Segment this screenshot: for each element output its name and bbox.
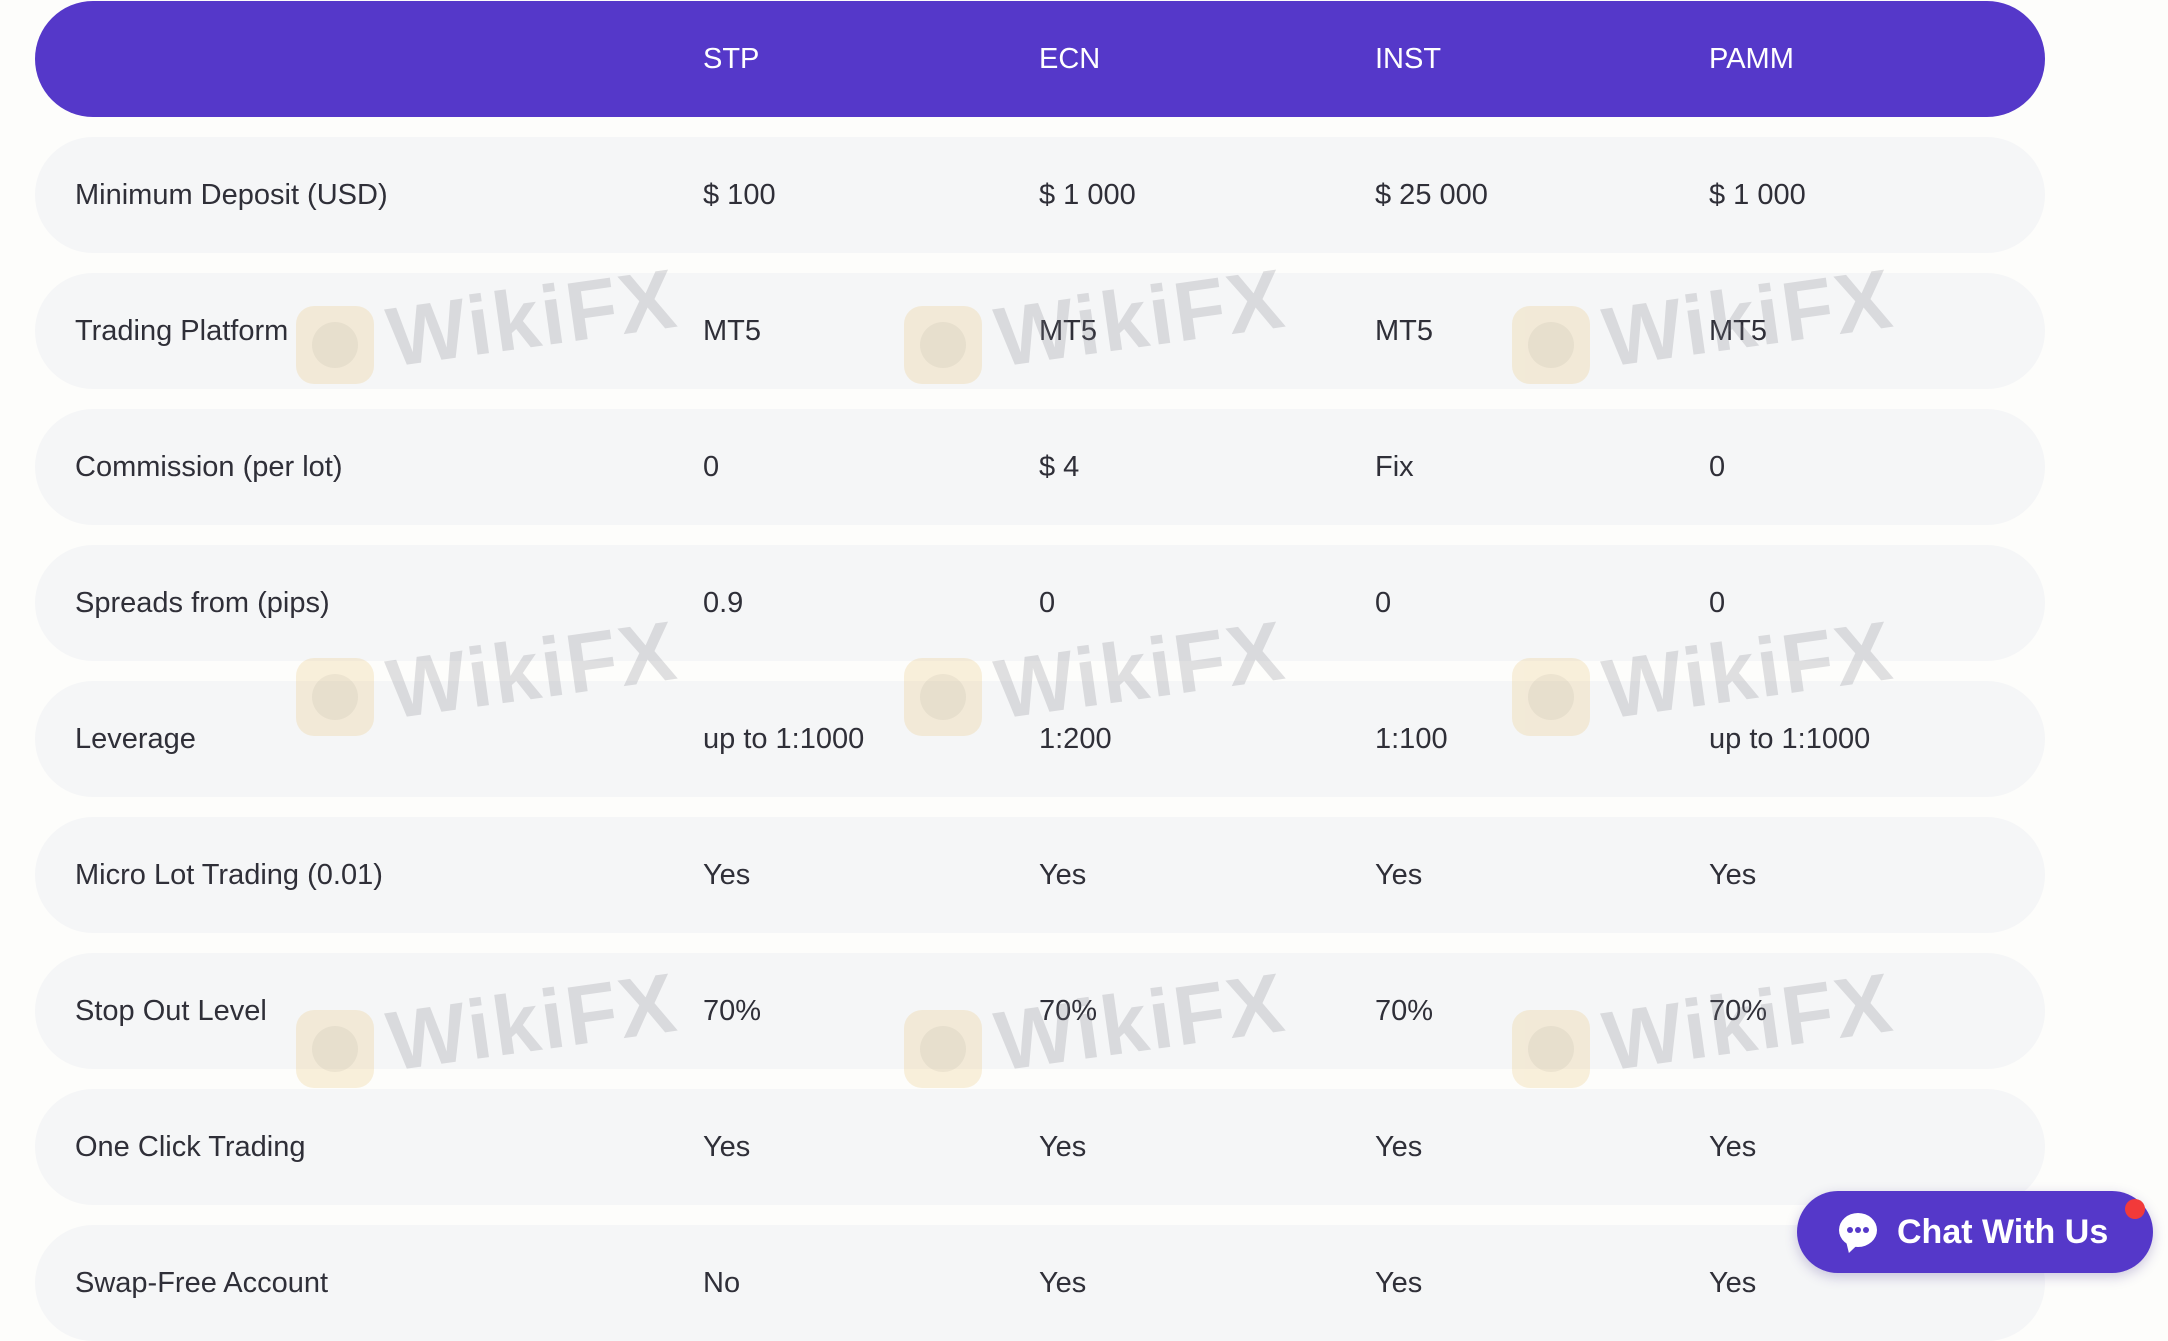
- cell-inst: Yes: [1375, 859, 1423, 891]
- table-row: Stop Out Level 70% 70% 70% 70%: [35, 953, 2045, 1069]
- cell-stp: MT5: [703, 315, 761, 347]
- cell-stp: $ 100: [703, 179, 776, 211]
- row-label: Micro Lot Trading (0.01): [75, 859, 383, 891]
- table-header: STP ECN INST PAMM: [35, 1, 2045, 117]
- cell-ecn: $ 4: [1039, 451, 1080, 483]
- cell-stp: 70%: [703, 995, 762, 1027]
- table-row: Micro Lot Trading (0.01) Yes Yes Yes Yes: [35, 817, 2045, 933]
- header-cell-stp: STP: [703, 43, 760, 75]
- cell-inst: Yes: [1375, 1267, 1423, 1299]
- cell-stp: No: [703, 1267, 741, 1299]
- header-cell-inst: INST: [1375, 43, 1442, 75]
- cell-pamm: MT5: [1709, 315, 1767, 347]
- notification-dot: [2125, 1199, 2145, 1219]
- cell-pamm: Yes: [1709, 1131, 1757, 1163]
- cell-ecn: $ 1 000: [1039, 179, 1136, 211]
- row-label: Spreads from (pips): [75, 587, 330, 619]
- table-row: Leverage up to 1:1000 1:200 1:100 up to …: [35, 681, 2045, 797]
- table-row: Trading Platform MT5 MT5 MT5 MT5: [35, 273, 2045, 389]
- chat-button-label: Chat With Us: [1897, 1213, 2109, 1251]
- row-label: Minimum Deposit (USD): [75, 179, 388, 211]
- cell-pamm: 0: [1709, 587, 1726, 619]
- cell-ecn: 70%: [1039, 995, 1098, 1027]
- chat-bubble-icon: [1839, 1213, 1877, 1247]
- cell-inst: Yes: [1375, 1131, 1423, 1163]
- cell-stp: up to 1:1000: [703, 723, 865, 755]
- cell-ecn: Yes: [1039, 1267, 1087, 1299]
- row-label: Commission (per lot): [75, 451, 343, 483]
- table-row: Spreads from (pips) 0.9 0 0 0: [35, 545, 2045, 661]
- header-cell-pamm: PAMM: [1709, 43, 1794, 75]
- cell-inst: $ 25 000: [1375, 179, 1488, 211]
- cell-inst: MT5: [1375, 315, 1433, 347]
- chat-with-us-button[interactable]: Chat With Us: [1797, 1191, 2153, 1273]
- cell-pamm: 0: [1709, 451, 1726, 483]
- table-row: One Click Trading Yes Yes Yes Yes: [35, 1089, 2045, 1205]
- header-cell-ecn: ECN: [1039, 43, 1101, 75]
- cell-ecn: MT5: [1039, 315, 1097, 347]
- row-label: Stop Out Level: [75, 995, 267, 1027]
- row-label: One Click Trading: [75, 1131, 306, 1163]
- cell-stp: Yes: [703, 1131, 751, 1163]
- cell-stp: 0.9: [703, 587, 744, 619]
- table-row: Minimum Deposit (USD) $ 100 $ 1 000 $ 25…: [35, 137, 2045, 253]
- cell-ecn: 0: [1039, 587, 1056, 619]
- cell-pamm: 70%: [1709, 995, 1768, 1027]
- cell-inst: 70%: [1375, 995, 1434, 1027]
- cell-stp: Yes: [703, 859, 751, 891]
- row-label: Swap-Free Account: [75, 1267, 329, 1299]
- cell-pamm: Yes: [1709, 1267, 1757, 1299]
- cell-stp: 0: [703, 451, 720, 483]
- cell-pamm: up to 1:1000: [1709, 723, 1871, 755]
- table-row: Commission (per lot) 0 $ 4 Fix 0: [35, 409, 2045, 525]
- row-label: Leverage: [75, 723, 196, 755]
- cell-inst: 0: [1375, 587, 1392, 619]
- row-label: Trading Platform: [75, 315, 289, 347]
- cell-ecn: 1:200: [1039, 723, 1112, 755]
- cell-ecn: Yes: [1039, 859, 1087, 891]
- cell-inst: 1:100: [1375, 723, 1448, 755]
- cell-inst: Fix: [1375, 451, 1414, 483]
- cell-pamm: $ 1 000: [1709, 179, 1806, 211]
- table-row: Swap-Free Account No Yes Yes Yes: [35, 1225, 2045, 1341]
- cell-pamm: Yes: [1709, 859, 1757, 891]
- cell-ecn: Yes: [1039, 1131, 1087, 1163]
